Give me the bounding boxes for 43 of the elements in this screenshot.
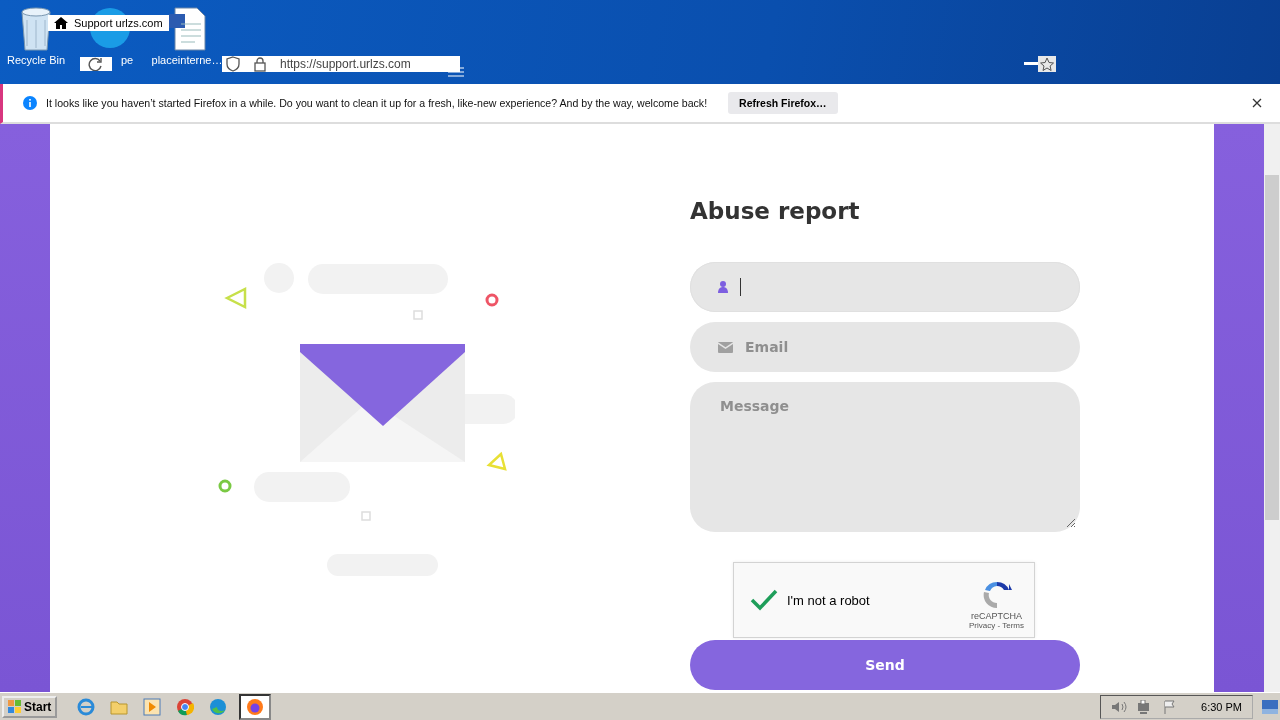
checkmark-icon [750,589,778,611]
folder-icon [110,698,129,715]
envelope-icon [718,341,733,353]
address-bar[interactable]: https://support.urlzs.com [222,56,460,72]
document-icon[interactable] [167,6,207,52]
home-icon [54,17,68,29]
field-placeholder: Message [720,398,790,414]
refresh-firefox-button[interactable]: Refresh Firefox… [728,92,838,114]
firefox-icon [246,697,265,716]
browser-e-icon [77,697,96,716]
show-desktop-icon[interactable] [1262,699,1278,714]
flag-icon[interactable] [1163,699,1178,714]
name-field[interactable] [690,262,1080,312]
desktop-icon-label[interactable]: placeinterne… [151,54,223,66]
chrome-icon [176,697,195,716]
edge-icon [209,697,228,716]
shield-icon [226,56,240,72]
resize-grip-icon[interactable] [1064,516,1076,528]
notification-message: It looks like you haven’t started Firefox in a while. Do you want to clean it up for a fresh, like-new experience? And by the way, welcome back! [46,97,708,109]
info-icon [23,96,37,110]
media-player-icon [143,697,162,716]
desktop-icon-label[interactable]: Recycle Bin [6,54,66,66]
send-button[interactable]: Send [690,640,1080,690]
reload-icon[interactable] [80,57,112,71]
clock: 6:30 PM [1201,700,1242,713]
recycle-bin-icon[interactable] [18,6,54,52]
lock-icon [254,56,266,72]
bookmark-star-icon[interactable] [1024,56,1056,72]
taskbar-app[interactable] [239,693,272,720]
scrollbar[interactable] [1264,124,1280,692]
captcha-label: I'm not a robot [787,592,870,608]
menu-icon[interactable] [448,67,464,77]
speaker-icon[interactable] [1111,699,1128,714]
user-icon [718,281,728,293]
start-button[interactable]: Start [2,695,58,718]
close-icon[interactable] [1252,98,1262,108]
windows-logo-icon [8,699,22,714]
form-title: Abuse report [690,198,861,224]
recaptcha-brand: reCAPTCHA [971,610,1022,621]
browser-tab[interactable]: Support urlzs.com [48,15,169,31]
field-placeholder: Email [745,339,789,355]
privacy-terms-links[interactable]: Privacy - Terms [969,620,1024,630]
desktop-icon-label[interactable]: pe [120,54,134,66]
